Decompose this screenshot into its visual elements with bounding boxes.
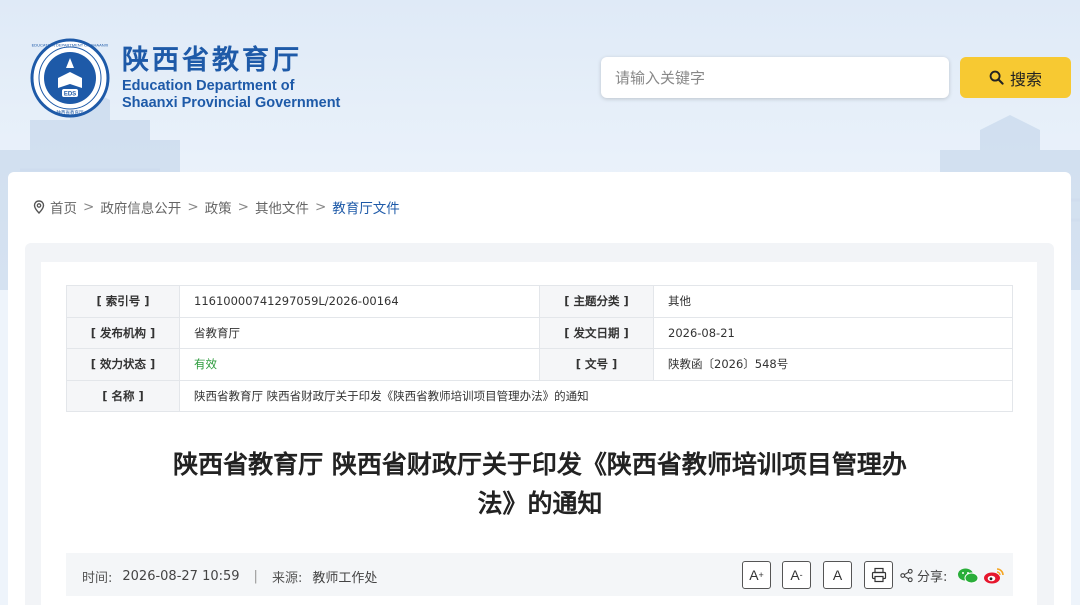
search-button-label: 搜索	[1009, 69, 1042, 89]
print-icon	[871, 567, 886, 583]
breadcrumb-separator: >	[83, 199, 95, 215]
plus-icon: +	[758, 570, 764, 580]
document-title-line1: 陕西省教育厅 陕西省财政厅关于印发《陕西省教师培训项目管理办	[173, 450, 907, 479]
font-larger-button[interactable]: A +	[742, 561, 771, 589]
weibo-icon[interactable]	[983, 567, 1005, 585]
emblem-text-bottom: 陕西省教育厅	[57, 109, 84, 116]
wechat-icon[interactable]	[957, 567, 979, 585]
emblem-abbr: EDS	[64, 92, 76, 98]
emblem-text-top: EDUCATION DEPARTMENT OF SHAANXI	[32, 43, 109, 48]
index-value: 11610000741297059L/2026-00164	[179, 285, 540, 318]
font-smaller-button[interactable]: A-	[782, 561, 811, 589]
docno-value: 陕教函〔2026〕548号	[653, 348, 1013, 381]
docno-label: [ 文号 ]	[539, 348, 654, 381]
document-title: 陕西省教育厅 陕西省财政厅关于印发《陕西省教师培训项目管理办 法》的通知	[110, 445, 970, 523]
font-default-button[interactable]: A	[823, 561, 852, 589]
document-meta-table: [ 索引号 ] 11610000741297059L/2026-00164 [ …	[66, 285, 1013, 412]
status-label: [ 效力状态 ]	[66, 348, 180, 381]
table-row: [ 索引号 ] 11610000741297059L/2026-00164 [ …	[66, 285, 1013, 318]
font-default-label: A	[832, 567, 843, 583]
publisher-value: 省教育厅	[179, 316, 540, 349]
logo-text: 陕西省教育厅 Education Department of Shaanxi P…	[122, 44, 340, 112]
name-label: [ 名称 ]	[66, 379, 180, 412]
publisher-label: [ 发布机构 ]	[66, 316, 180, 349]
font-larger-label: A	[749, 567, 759, 583]
source-label: 来源:	[271, 571, 303, 586]
status-value: 有效	[179, 348, 540, 381]
search-button[interactable]: 搜索	[960, 57, 1071, 98]
document-title-line2: 法》的通知	[477, 489, 603, 518]
breadcrumb: 首页 > 政府信息公开 > 政策 > 其他文件 > 教育厅文件	[32, 197, 400, 217]
source-value: 教师工作处	[312, 571, 378, 586]
time-label: 时间:	[82, 571, 113, 586]
table-row: [ 效力状态 ] 有效 [ 文号 ] 陕教函〔2026〕548号	[66, 348, 1013, 381]
table-row: [ 名称 ] 陕西省教育厅 陕西省财政厅关于印发《陕西省教师培训项目管理办法》的…	[66, 379, 1013, 412]
time-value: 2026-08-27 10:59	[122, 569, 240, 584]
table-row: [ 发布机构 ] 省教育厅 [ 发文日期 ] 2026-08-21	[66, 316, 1013, 349]
print-button[interactable]	[864, 561, 893, 589]
breadcrumb-home[interactable]: 首页	[50, 197, 77, 217]
search-input[interactable]	[601, 57, 949, 98]
location-icon	[33, 200, 45, 214]
topic-value: 其他	[653, 285, 1013, 318]
index-label: [ 索引号 ]	[66, 285, 180, 318]
site-title-en-line1: Education Department of	[122, 78, 295, 94]
breadcrumb-separator: >	[237, 199, 249, 215]
share-icon	[900, 568, 913, 583]
date-label: [ 发文日期 ]	[539, 316, 654, 349]
font-smaller-label: A	[790, 567, 800, 583]
breadcrumb-current[interactable]: 教育厅文件	[332, 197, 400, 217]
site-title-en-line2: Shaanxi Provincial Government	[122, 95, 341, 111]
publish-meta: 时间: 2026-08-27 10:59 | 来源: 教师工作处	[82, 567, 377, 586]
breadcrumb-separator: >	[314, 199, 327, 215]
breadcrumb-gov-info[interactable]: 政府信息公开	[100, 197, 181, 217]
name-value: 陕西省教育厅 陕西省财政厅关于印发《陕西省教师培训项目管理办法》的通知	[179, 379, 1013, 412]
breadcrumb-separator: >	[187, 199, 199, 215]
department-emblem-icon: EDS EDUCATION DEPARTMENT OF SHAANXI 陕西省教…	[30, 38, 110, 118]
topic-label: [ 主题分类 ]	[539, 285, 654, 318]
meta-divider: |	[253, 569, 258, 584]
share-bar: 分享:	[899, 566, 1005, 585]
breadcrumb-other-files[interactable]: 其他文件	[255, 197, 309, 217]
site-logo[interactable]: EDS EDUCATION DEPARTMENT OF SHAANXI 陕西省教…	[30, 38, 340, 118]
minus-icon: -	[799, 570, 803, 580]
date-value: 2026-08-21	[653, 316, 1013, 349]
site-title-cn: 陕西省教育厅	[122, 45, 302, 76]
breadcrumb-policy[interactable]: 政策	[205, 197, 232, 217]
search-icon	[989, 70, 1004, 85]
share-label: 分享:	[917, 570, 948, 585]
